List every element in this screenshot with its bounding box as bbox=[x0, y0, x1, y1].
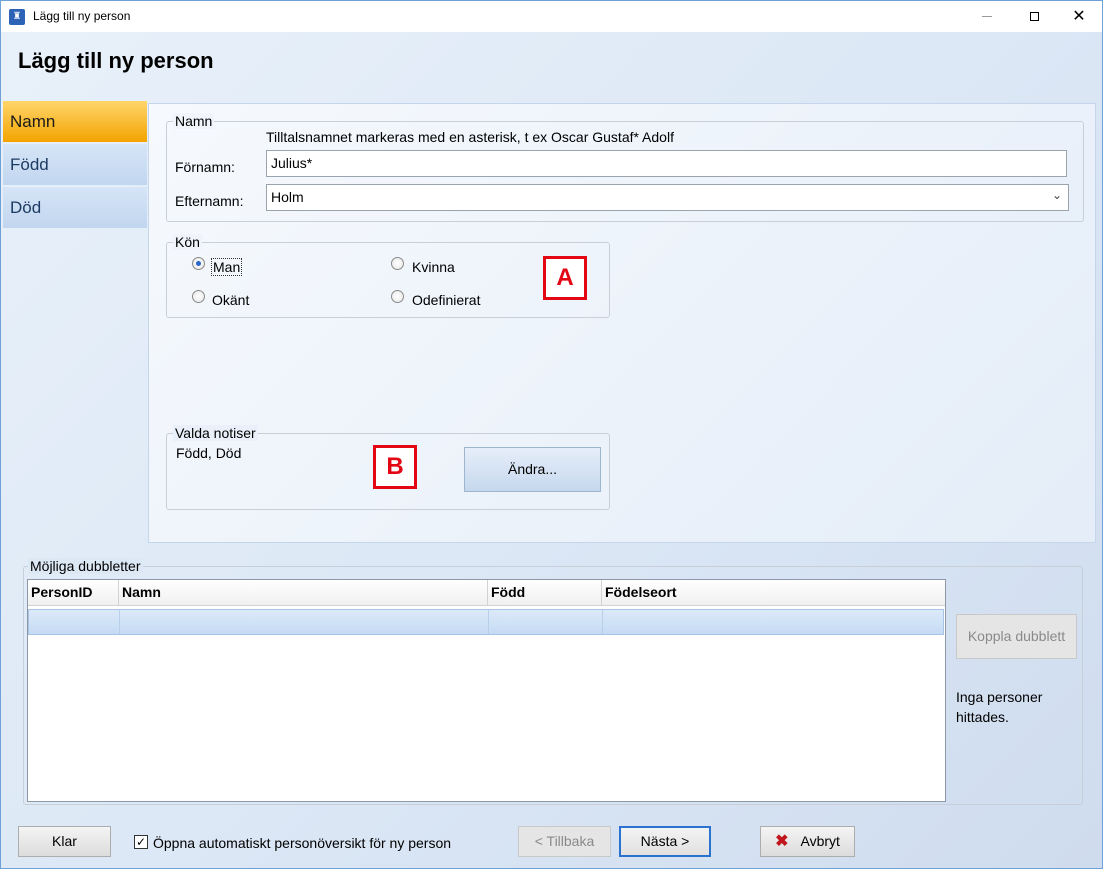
radio-odefinierat-label[interactable]: Odefinierat bbox=[412, 292, 480, 308]
column-header-namn[interactable]: Namn bbox=[119, 580, 488, 605]
sidebar-nav: Namn Född Död bbox=[3, 101, 147, 230]
cell-divider bbox=[119, 610, 120, 634]
radio-kvinna[interactable] bbox=[391, 257, 404, 270]
nav-item-namn[interactable]: Namn bbox=[3, 101, 147, 142]
first-name-input[interactable]: Julius* bbox=[266, 150, 1067, 177]
notes-value: Född, Död bbox=[176, 445, 242, 461]
marker-b: B bbox=[373, 445, 417, 489]
cell-divider bbox=[488, 610, 489, 634]
minimize-icon bbox=[982, 16, 992, 17]
column-header-fodelseort[interactable]: Födelseort bbox=[602, 580, 945, 605]
page-title: Lägg till ny person bbox=[18, 48, 214, 73]
first-name-label: Förnamn: bbox=[175, 159, 235, 175]
name-group: Namn Tilltalsnamnet markeras med en aste… bbox=[166, 113, 1084, 222]
radio-kvinna-label[interactable]: Kvinna bbox=[412, 259, 455, 275]
maximize-icon bbox=[1029, 12, 1039, 21]
last-name-combobox[interactable]: Holm ⌄ bbox=[266, 184, 1069, 211]
cell-divider bbox=[602, 610, 603, 634]
chevron-down-icon[interactable]: ⌄ bbox=[1052, 188, 1062, 202]
maximize-button[interactable] bbox=[1011, 1, 1057, 32]
name-hint: Tilltalsnamnet markeras med en asterisk,… bbox=[266, 129, 674, 145]
cancel-x-icon: ✖ bbox=[775, 833, 789, 850]
radio-man[interactable] bbox=[192, 257, 205, 270]
close-icon: ✕ bbox=[1072, 7, 1086, 25]
radio-man-text: Man bbox=[210, 258, 243, 276]
change-notes-button[interactable]: Ändra... bbox=[464, 447, 601, 492]
last-name-label: Efternamn: bbox=[175, 193, 244, 209]
last-name-value: Holm bbox=[271, 189, 304, 205]
cancel-button-label: Avbryt bbox=[800, 833, 840, 849]
gender-group-legend: Kön bbox=[173, 234, 202, 250]
window-title: Lägg till ny person bbox=[33, 9, 131, 23]
nav-item-fodd[interactable]: Född bbox=[3, 144, 147, 185]
radio-okant-label[interactable]: Okänt bbox=[212, 292, 249, 308]
form-panel: Namn Tilltalsnamnet markeras med en aste… bbox=[148, 103, 1096, 543]
radio-okant[interactable] bbox=[192, 290, 205, 303]
radio-odefinierat[interactable] bbox=[391, 290, 404, 303]
auto-open-label[interactable]: Öppna automatiskt personöversikt för ny … bbox=[153, 835, 451, 851]
app-icon: ♜ bbox=[9, 9, 25, 25]
table-header: PersonID Namn Född Födelseort bbox=[28, 580, 945, 606]
column-header-personid[interactable]: PersonID bbox=[28, 580, 119, 605]
cancel-button[interactable]: ✖ Avbryt bbox=[760, 826, 855, 857]
done-button[interactable]: Klar bbox=[18, 826, 111, 857]
title-bar: ♜ Lägg till ny person ✕ bbox=[1, 1, 1102, 32]
notes-group-legend: Valda notiser bbox=[173, 425, 258, 441]
nav-item-dod[interactable]: Död bbox=[3, 187, 147, 228]
no-results-text: Inga personer hittades. bbox=[956, 689, 1043, 725]
marker-a: A bbox=[543, 256, 587, 300]
duplicates-table[interactable]: PersonID Namn Född Födelseort bbox=[27, 579, 946, 802]
column-header-fodd[interactable]: Född bbox=[488, 580, 602, 605]
name-group-legend: Namn bbox=[173, 113, 215, 129]
back-button[interactable]: < Tillbaka bbox=[518, 826, 611, 857]
auto-open-checkbox[interactable]: ✓ bbox=[134, 835, 148, 849]
radio-man-label[interactable]: Man bbox=[210, 258, 243, 276]
duplicates-legend: Möjliga dubbletter bbox=[28, 558, 143, 574]
close-button[interactable]: ✕ bbox=[1056, 1, 1102, 32]
table-row[interactable] bbox=[28, 609, 944, 635]
link-duplicate-button[interactable]: Koppla dubblett bbox=[956, 614, 1077, 659]
minimize-button[interactable] bbox=[964, 1, 1010, 32]
dialog-window: ♜ Lägg till ny person ✕ Lägg till ny per… bbox=[0, 0, 1103, 869]
next-button[interactable]: Nästa > bbox=[619, 826, 711, 857]
